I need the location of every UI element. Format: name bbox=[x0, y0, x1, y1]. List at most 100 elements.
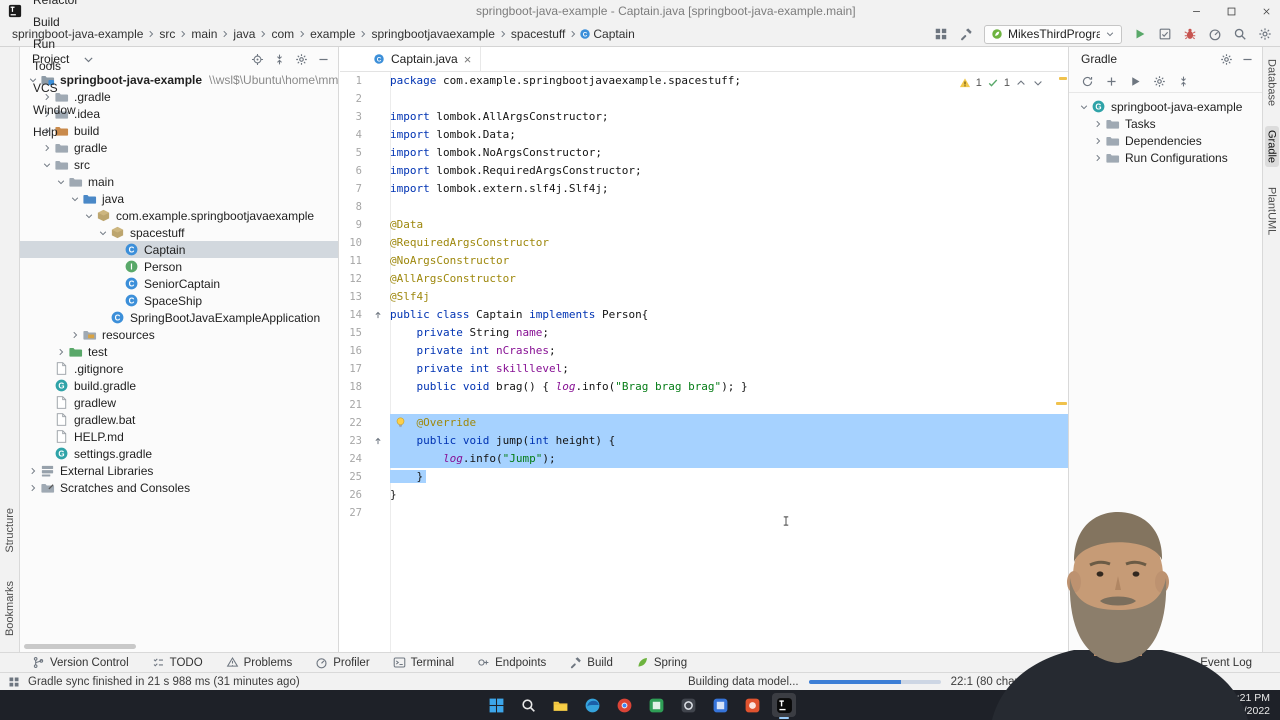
code-text[interactable]: @Data bbox=[390, 216, 1068, 234]
project-tree-item-captain[interactable]: C Captain bbox=[20, 241, 338, 258]
tool-stripe-bookmarks[interactable]: Bookmarks bbox=[4, 581, 16, 636]
profiler-icon[interactable] bbox=[1208, 27, 1222, 41]
intellij-idea-icon[interactable] bbox=[772, 693, 796, 719]
chevron-right-icon[interactable] bbox=[54, 345, 67, 358]
code-line-16[interactable]: 16 private int nCrashes; bbox=[340, 342, 1068, 360]
menu-build[interactable]: Build bbox=[26, 11, 87, 33]
gradle-root-item[interactable]: Gspringboot-java-example bbox=[1069, 98, 1262, 115]
breadcrumb-item-example[interactable]: example bbox=[308, 27, 357, 41]
gear-icon[interactable] bbox=[1153, 75, 1166, 88]
code-line-6[interactable]: 6 import lombok.RequiredArgsConstructor; bbox=[340, 162, 1068, 180]
project-tree-item-com-example-springbootjavaexample[interactable]: com.example.springbootjavaexample bbox=[20, 207, 338, 224]
code-line-26[interactable]: 26} bbox=[340, 486, 1068, 504]
tool-window-button-profiler[interactable]: Profiler bbox=[315, 656, 370, 669]
code-line-2[interactable]: 2 bbox=[340, 90, 1068, 108]
chevron-down-icon[interactable] bbox=[68, 192, 81, 205]
debug-icon[interactable] bbox=[1183, 27, 1197, 41]
hide-panel-icon[interactable] bbox=[317, 53, 330, 66]
collapse-all-icon[interactable] bbox=[1177, 75, 1190, 88]
code-text[interactable]: } bbox=[390, 486, 1068, 504]
breadcrumb-item-main[interactable]: main bbox=[189, 27, 219, 41]
hide-panel-icon[interactable] bbox=[1241, 53, 1254, 66]
tool-window-button-terminal[interactable]: Terminal bbox=[393, 656, 454, 669]
code-editor[interactable]: 1 package com.example.springbootjavaexamp… bbox=[340, 72, 1068, 652]
gradle-item-tasks[interactable]: Tasks bbox=[1069, 115, 1262, 132]
project-tree-item-gradlew-bat[interactable]: gradlew.bat bbox=[20, 411, 338, 428]
chevron-right-icon[interactable] bbox=[68, 328, 81, 341]
code-text[interactable] bbox=[390, 396, 1068, 414]
code-text[interactable]: import lombok.Data; bbox=[390, 126, 1068, 144]
tool-window-button-spring[interactable]: Spring bbox=[636, 656, 687, 669]
project-tree-item-spacestuff[interactable]: spacestuff bbox=[20, 224, 338, 241]
menu-run[interactable]: Run bbox=[26, 33, 87, 55]
code-text[interactable]: @NoArgsConstructor bbox=[390, 252, 1068, 270]
code-line-11[interactable]: 11 @NoArgsConstructor bbox=[340, 252, 1068, 270]
gray-app-icon[interactable] bbox=[676, 693, 700, 717]
collapse-all-icon[interactable] bbox=[273, 53, 286, 66]
gear-icon[interactable] bbox=[1220, 53, 1233, 66]
locate-file-icon[interactable] bbox=[251, 53, 264, 66]
code-line-14[interactable]: 14 public class Captain implements Person… bbox=[340, 306, 1068, 324]
code-line-8[interactable]: 8 bbox=[340, 198, 1068, 216]
breadcrumb-item-captain[interactable]: Captain bbox=[591, 27, 636, 41]
code-text[interactable]: private String name; bbox=[390, 324, 1068, 342]
blue-app-icon[interactable] bbox=[708, 693, 732, 717]
tool-stripe-plantuml[interactable]: PlantUML bbox=[1266, 187, 1278, 235]
tool-stripe-structure[interactable]: Structure bbox=[4, 508, 16, 553]
menu-vcs[interactable]: VCS bbox=[26, 77, 87, 99]
code-line-21[interactable]: 21 bbox=[340, 396, 1068, 414]
refresh-icon[interactable] bbox=[1081, 75, 1094, 88]
code-line-7[interactable]: 7 import lombok.extern.slf4j.Slf4j; bbox=[340, 180, 1068, 198]
project-tree-item-seniorcaptain[interactable]: C SeniorCaptain bbox=[20, 275, 338, 292]
code-line-23[interactable]: 23 public void jump(int height) { bbox=[340, 432, 1068, 450]
caret-position[interactable]: 22:1 (80 chars) bbox=[951, 676, 1028, 688]
code-line-13[interactable]: 13 @Slf4j bbox=[340, 288, 1068, 306]
search-icon[interactable] bbox=[516, 693, 540, 717]
maximize-icon[interactable] bbox=[1226, 6, 1237, 17]
project-tree-item-settings-gradle[interactable]: Gsettings.gradle bbox=[20, 445, 338, 462]
tool-window-button-problems[interactable]: Problems bbox=[226, 656, 292, 669]
plus-icon[interactable] bbox=[1105, 75, 1118, 88]
tool-windows-icon[interactable] bbox=[934, 27, 948, 41]
warning-stripe-mark[interactable] bbox=[1056, 402, 1067, 405]
gradle-item-run-configurations[interactable]: Run Configurations bbox=[1069, 149, 1262, 166]
code-line-3[interactable]: 3 import lombok.AllArgsConstructor; bbox=[340, 108, 1068, 126]
code-text[interactable]: public void brag() { log.info("Brag brag… bbox=[390, 378, 1068, 396]
orange-app-icon[interactable] bbox=[740, 693, 764, 717]
close-tab-icon[interactable]: × bbox=[464, 53, 472, 66]
chevron-up-icon[interactable] bbox=[1015, 77, 1027, 89]
project-tree-item-java[interactable]: java bbox=[20, 190, 338, 207]
minimize-icon[interactable] bbox=[1191, 6, 1202, 17]
code-line-10[interactable]: 10 @RequiredArgsConstructor bbox=[340, 234, 1068, 252]
intention-bulb-icon[interactable] bbox=[394, 416, 407, 429]
menu-tools[interactable]: Tools bbox=[26, 55, 87, 77]
chevron-down-icon[interactable] bbox=[1077, 100, 1090, 113]
tool-window-button-todo[interactable]: TODO bbox=[152, 656, 203, 669]
project-tree-item-gradlew[interactable]: gradlew bbox=[20, 394, 338, 411]
menu-window[interactable]: Window bbox=[26, 99, 87, 121]
breadcrumb-item-com[interactable]: com bbox=[269, 27, 296, 41]
project-tree-item-resources[interactable]: resources bbox=[20, 326, 338, 343]
code-text[interactable]: private int nCrashes; bbox=[390, 342, 1068, 360]
project-tree-item-gitignore[interactable]: .gitignore bbox=[20, 360, 338, 377]
code-text[interactable]: @Slf4j bbox=[390, 288, 1068, 306]
inspections-widget[interactable]: 1 1 bbox=[954, 76, 1048, 90]
chevron-right-icon[interactable] bbox=[1091, 134, 1104, 147]
code-text[interactable]: log.info("Jump"); bbox=[390, 450, 1068, 468]
code-line-12[interactable]: 12 @AllArgsConstructor bbox=[340, 270, 1068, 288]
tool-window-button-version-control[interactable]: Version Control bbox=[32, 656, 129, 669]
file-explorer-icon[interactable] bbox=[548, 693, 572, 717]
tool-stripe-database[interactable]: Database bbox=[1266, 59, 1278, 106]
coverage-icon[interactable] bbox=[1158, 27, 1172, 41]
gear-icon[interactable] bbox=[1258, 27, 1272, 41]
hammer-icon[interactable] bbox=[959, 27, 973, 41]
chevron-right-icon[interactable] bbox=[1091, 117, 1104, 130]
code-text[interactable]: public void jump(int height) { bbox=[390, 432, 1068, 450]
gradle-item-dependencies[interactable]: Dependencies bbox=[1069, 132, 1262, 149]
chevron-down-icon[interactable] bbox=[40, 158, 53, 171]
override-marker-icon[interactable] bbox=[366, 432, 390, 450]
code-text[interactable]: import lombok.NoArgsConstructor; bbox=[390, 144, 1068, 162]
chevron-down-icon[interactable] bbox=[96, 226, 109, 239]
code-text[interactable]: @RequiredArgsConstructor bbox=[390, 234, 1068, 252]
project-tree-item-build-gradle[interactable]: Gbuild.gradle bbox=[20, 377, 338, 394]
